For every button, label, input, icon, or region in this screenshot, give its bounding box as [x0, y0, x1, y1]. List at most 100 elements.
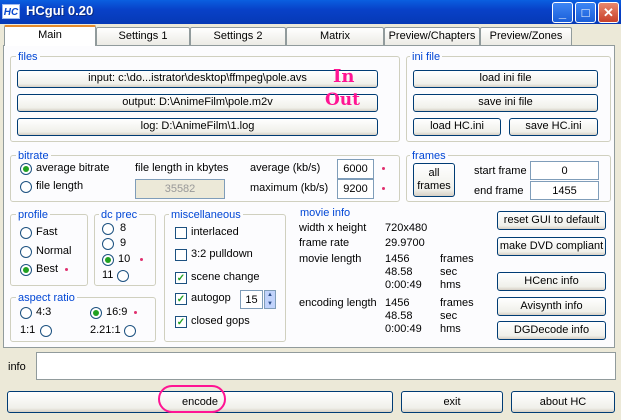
hcenc-info-button[interactable]: HCenc info — [497, 272, 606, 291]
autogop-input[interactable]: 15 — [240, 290, 263, 309]
all-frames-button[interactable]: all frames — [413, 163, 455, 197]
pulldown-checkbox[interactable] — [175, 249, 187, 261]
file-length-label: file length — [36, 180, 84, 192]
pulldown-label: 3:2 pulldown — [191, 248, 253, 260]
scene-change-checkbox[interactable]: ✓ — [175, 272, 187, 284]
interlaced-label: interlaced — [191, 226, 239, 238]
dc-prec-8-radio[interactable] — [102, 223, 114, 235]
end-frame-input[interactable]: 1455 — [530, 181, 599, 200]
reset-gui-button[interactable]: reset GUI to default — [497, 211, 606, 230]
annotation-out: Out — [325, 90, 361, 110]
maximum-kbs-input[interactable]: 9200 — [337, 179, 374, 199]
tab-matrix[interactable]: Matrix — [286, 27, 384, 45]
log-file-button[interactable]: log: D:\AnimeFilm\1.log — [17, 118, 378, 136]
make-dvd-compliant-button[interactable]: make DVD compliant — [497, 237, 606, 256]
profile-fast-radio[interactable] — [20, 227, 32, 239]
autogop-label: autogop — [191, 292, 231, 304]
tab-main[interactable]: Main — [4, 25, 96, 46]
encoding-length-sec: 48.58 — [385, 310, 413, 322]
movie-length-hms: 0:00:49 — [385, 279, 422, 291]
dc-prec-11-label: 11 — [102, 269, 114, 281]
dc-prec-8-label: 8 — [120, 222, 127, 234]
interlaced-checkbox[interactable] — [175, 227, 187, 239]
files-title: files — [16, 51, 40, 63]
aspect-ratio-title: aspect ratio — [16, 292, 77, 304]
aspect-4-3-radio[interactable] — [20, 307, 32, 319]
tab-preview-chapters[interactable]: Preview/Chapters — [384, 27, 480, 45]
file-length-input[interactable]: 35582 — [135, 179, 225, 199]
movie-length-sec: 48.58 — [385, 266, 413, 278]
end-frame-label: end frame — [474, 185, 524, 197]
average-bitrate-label: average bitrate — [36, 162, 110, 174]
profile-best-label: Best — [36, 263, 59, 275]
dc-prec-11-radio[interactable] — [117, 270, 129, 282]
maximum-kbs-label: maximum (kb/s) — [250, 182, 329, 194]
profile-best-radio[interactable] — [20, 264, 32, 276]
dgdecode-info-button[interactable]: DGDecode info — [497, 321, 606, 340]
aspect-16-9-label: 16:9 — [106, 306, 128, 318]
fps-label: frame rate — [299, 237, 350, 249]
tab-settings-1[interactable]: Settings 1 — [96, 27, 190, 45]
miscellaneous-title: miscellaneous — [169, 209, 243, 221]
info-label: info — [8, 361, 26, 373]
unit-hms: hms — [440, 279, 461, 291]
movie-info-title: movie info — [300, 207, 351, 219]
output-file-button[interactable]: output: D:\AnimeFilm\pole.m2v — [17, 94, 378, 112]
wxh-label: width x height — [299, 222, 367, 234]
dc-prec-10-label: 10 — [118, 253, 131, 265]
autogop-checkbox[interactable]: ✓ — [175, 293, 187, 305]
exit-button[interactable]: exit — [401, 391, 503, 413]
app-logo-icon: HC — [2, 4, 20, 19]
average-bitrate-radio[interactable] — [20, 163, 32, 175]
window-title: HCgui 0.20 — [26, 3, 94, 18]
file-length-kbytes-label: file length in kbytes — [135, 162, 229, 174]
average-kbs-input[interactable]: 6000 — [337, 159, 374, 179]
aspect-4-3-label: 4:3 — [36, 306, 52, 318]
all-frames-label-1: all — [428, 167, 440, 179]
load-ini-button[interactable]: load ini file — [413, 70, 598, 88]
chevron-down-icon[interactable]: ▼ — [265, 300, 275, 309]
maximize-button[interactable]: □ — [575, 2, 596, 23]
start-frame-input[interactable]: 0 — [530, 161, 599, 180]
input-file-button[interactable]: input: c:\do...istrator\desktop\ffmpeg\p… — [17, 70, 378, 88]
aspect-2-21-1-label: 2.21:1 — [90, 324, 121, 336]
info-box — [36, 352, 616, 380]
dc-prec-9-label: 9 — [120, 237, 127, 249]
chevron-up-icon[interactable]: ▲ — [265, 291, 275, 300]
annotation-in: In — [333, 66, 355, 87]
aspect-1-1-radio[interactable] — [40, 325, 52, 337]
bitrate-title: bitrate — [16, 150, 51, 162]
all-frames-label-2: frames — [417, 180, 451, 192]
profile-fast-label: Fast — [36, 226, 58, 238]
unit-sec: sec — [440, 266, 458, 278]
profile-title: profile — [16, 209, 50, 221]
unit-sec: sec — [440, 310, 458, 322]
autogop-stepper[interactable]: ▲ ▼ — [264, 290, 276, 309]
load-hc-ini-button[interactable]: load HC.ini — [413, 118, 501, 136]
wxh-value: 720x480 — [385, 222, 428, 234]
fps-value: 29.9700 — [385, 237, 425, 249]
unit-frames: frames — [440, 297, 474, 309]
aspect-2-21-1-radio[interactable] — [124, 325, 136, 337]
save-hc-ini-button[interactable]: save HC.ini — [509, 118, 598, 136]
closed-gops-label: closed gops — [191, 315, 250, 327]
aspect-16-9-radio[interactable] — [90, 307, 102, 319]
save-ini-button[interactable]: save ini file — [413, 94, 598, 112]
closed-gops-checkbox[interactable]: ✓ — [175, 316, 187, 328]
about-hc-button[interactable]: about HC — [511, 391, 615, 413]
close-button[interactable]: ✕ — [598, 2, 619, 23]
file-length-radio[interactable] — [20, 181, 32, 193]
profile-normal-radio[interactable] — [20, 246, 32, 258]
avisynth-info-button[interactable]: Avisynth info — [497, 297, 606, 316]
encoding-length-hms: 0:00:49 — [385, 323, 422, 335]
encode-highlight-annotation — [158, 385, 226, 413]
dc-prec-10-radio[interactable] — [102, 254, 114, 266]
annotation-dot — [134, 311, 137, 314]
encoding-length-frames: 1456 — [385, 297, 410, 309]
dc-prec-9-radio[interactable] — [102, 238, 114, 250]
scene-change-label: scene change — [191, 271, 260, 283]
tab-settings-2[interactable]: Settings 2 — [190, 27, 286, 45]
minimize-button[interactable]: _ — [552, 2, 573, 23]
tab-preview-zones[interactable]: Preview/Zones — [480, 27, 572, 45]
ini-title: ini file — [410, 51, 443, 63]
